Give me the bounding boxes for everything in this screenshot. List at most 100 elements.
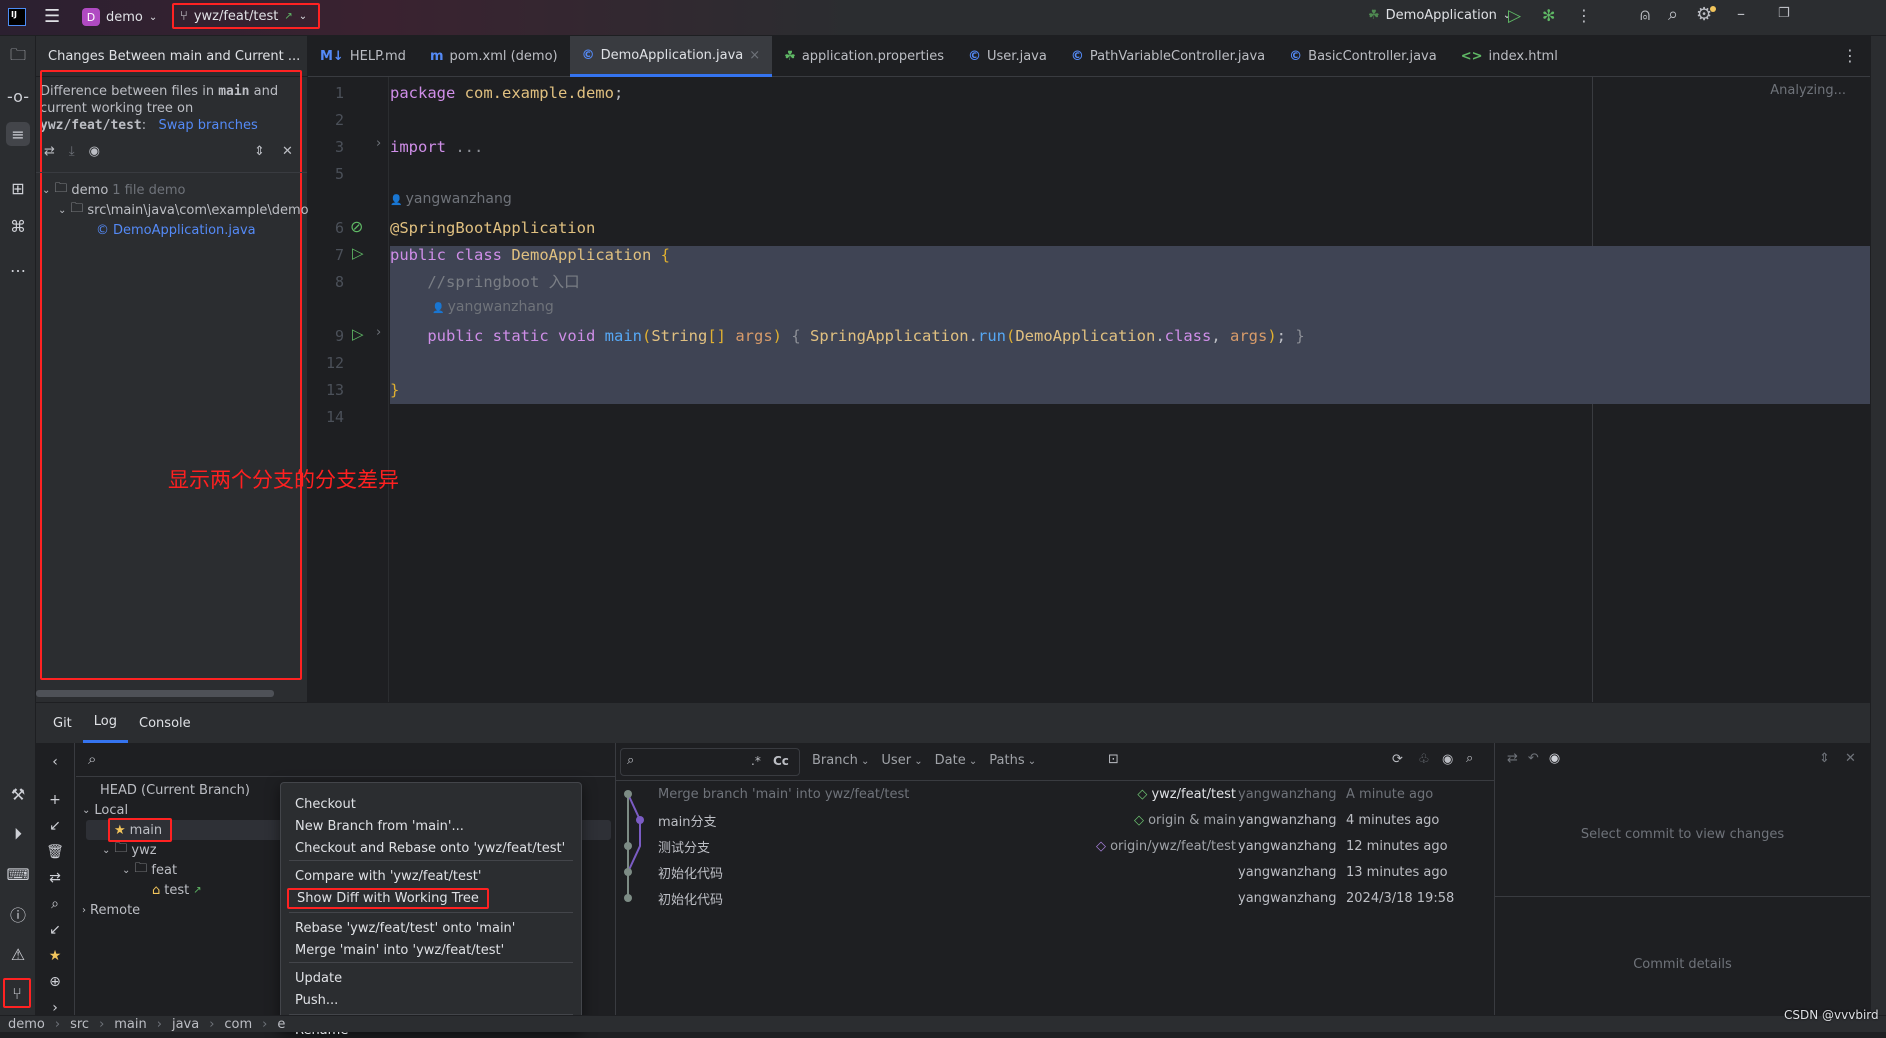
eye-icon[interactable]: ◉ — [1442, 752, 1453, 767]
tab-log[interactable]: Log — [82, 703, 129, 743]
refresh-icon[interactable]: ⟳ — [1392, 752, 1403, 767]
commit-row[interactable]: main分支 ◇ origin & main yangwanzhang 4 minut… — [616, 807, 1494, 833]
commit-row[interactable]: 测试分支 ◇ origin/ywz/feat/test yangwanzhang 12… — [616, 833, 1494, 859]
branch-selector[interactable]: ⑂ ywz/feat/test ↗ ⌄ — [172, 3, 320, 29]
more-icon[interactable]: ⋮ — [1576, 6, 1592, 25]
filter-date[interactable]: Date ⌄ — [935, 753, 978, 768]
menu-item-update[interactable]: Update — [295, 971, 342, 986]
build-icon[interactable]: ⚒ — [6, 782, 30, 806]
spring-bean-icon[interactable]: ⊘ — [350, 217, 363, 236]
search-icon[interactable]: ⌕ — [1668, 4, 1678, 25]
branch-head[interactable]: HEAD (Current Branch) — [100, 780, 250, 800]
tree-file[interactable]: © DemoApplication.java — [96, 220, 256, 240]
restore-icon[interactable]: ❐ — [1778, 6, 1790, 21]
menu-item-compare-with-ywz-feat-test[interactable]: Compare with 'ywz/feat/test' — [295, 869, 481, 884]
problems-icon[interactable]: ⓘ — [6, 902, 30, 926]
breadcrumb-item[interactable]: main — [114, 1017, 146, 1032]
tabs-more-icon[interactable]: ⋮ — [1842, 46, 1858, 65]
tree-root[interactable]: ⌄ 🗀 demo 1 file demo — [42, 180, 185, 200]
git-tool-icon[interactable]: ⑂ — [3, 978, 31, 1008]
tab-pom-xml-demo-[interactable]: m pom.xml (demo) — [418, 36, 570, 77]
breadcrumb-item[interactable]: src — [70, 1017, 89, 1032]
menu-item-show-diff-with-working-tree[interactable]: Show Diff with Working Tree — [287, 888, 489, 909]
breadcrumb-item[interactable]: java — [172, 1017, 199, 1032]
minimize-icon[interactable]: – — [1737, 4, 1745, 23]
menu-item-checkout-and-rebase-onto-ywz-feat-test[interactable]: Checkout and Rebase onto 'ywz/feat/test' — [295, 841, 565, 856]
close-tab-icon[interactable]: × — [749, 48, 760, 63]
locate-icon[interactable]: ⊕ — [44, 971, 66, 993]
eye-icon[interactable]: ◉ — [89, 144, 100, 159]
compare-icon[interactable]: ⇄ — [44, 144, 55, 159]
project-selector[interactable]: D demo ⌄ — [82, 8, 157, 26]
update-icon[interactable]: ↙ — [44, 815, 66, 837]
tab-console[interactable]: Console — [128, 703, 202, 743]
tab-user-java[interactable]: © User.java — [956, 36, 1059, 77]
filter-paths[interactable]: Paths ⌄ — [989, 753, 1036, 768]
branch-group-local[interactable]: ⌄ Local — [82, 800, 128, 820]
debug-icon[interactable]: ✻ — [1542, 6, 1555, 25]
horizontal-scrollbar[interactable] — [36, 690, 274, 697]
menu-item-checkout[interactable]: Checkout — [295, 797, 356, 812]
new-tab-icon[interactable]: ⊡ — [1108, 752, 1119, 767]
terminal-icon[interactable]: ⌨ — [6, 862, 30, 886]
add-user-icon[interactable]: ⍝ — [1640, 5, 1650, 25]
compare-icon[interactable]: ⇄ — [1507, 751, 1518, 766]
tab-basiccontroller-java[interactable]: © BasicController.java — [1277, 36, 1449, 77]
tab-demoapplication-java[interactable]: © DemoApplication.java × — [569, 36, 773, 77]
match-case-toggle[interactable]: Cc — [773, 754, 789, 768]
breadcrumb-item[interactable]: demo — [8, 1017, 45, 1032]
project-icon[interactable]: 🗀 — [6, 45, 30, 69]
breadcrumb-item[interactable]: com — [224, 1017, 252, 1032]
run-tool-icon[interactable]: ⏵ — [6, 822, 30, 846]
expand-all-icon[interactable]: ⇕ — [1819, 751, 1830, 766]
tree-folder[interactable]: ⌄ 🗀 src\main\java\com\example\demo — [58, 200, 309, 220]
branch-group-feat[interactable]: ⌄ 🗀 feat — [122, 860, 177, 880]
fetch-icon[interactable]: ↙ — [44, 919, 66, 941]
tab-application-properties[interactable]: ☘ application.properties — [772, 36, 956, 77]
code-editor[interactable]: Analyzing... 1 package com.example.demo; 2… — [308, 77, 1870, 702]
more-tools-icon[interactable]: … — [6, 254, 30, 278]
commit-icon[interactable]: -o- — [6, 84, 30, 108]
download-icon[interactable]: ⤓ — [69, 144, 75, 159]
filter-branch[interactable]: Branch ⌄ — [812, 753, 869, 768]
search-icon[interactable]: ⌕ — [1466, 751, 1473, 766]
services-icon[interactable]: ⌘ — [6, 214, 30, 238]
delete-icon[interactable]: 🗑 — [44, 841, 66, 863]
commit-row[interactable]: 初始化代码 yangwanzhang 13 minutes ago — [616, 859, 1494, 885]
branch-group-ywz[interactable]: ⌄ 🗀 ywz — [102, 840, 157, 860]
changes-icon[interactable]: ≡ — [6, 122, 30, 146]
tab-pathvariablecontroller-java[interactable]: © PathVariableController.java — [1059, 36, 1277, 77]
run-gutter-icon[interactable]: ▷ — [352, 325, 364, 343]
main-menu-icon[interactable]: ☰ — [44, 6, 60, 27]
collapse-all-icon[interactable]: ✕ — [1845, 751, 1856, 766]
branch-test[interactable]: ⌂ test ↗ — [152, 880, 202, 900]
expand-all-icon[interactable]: ⇕ — [254, 144, 265, 159]
run-config-selector[interactable]: ☘ DemoApplication ⌄ — [1368, 8, 1511, 23]
breadcrumb-item[interactable]: e — [277, 1017, 285, 1032]
fold-chevron-icon[interactable]: › — [376, 325, 381, 340]
tab-index-html[interactable]: <> index.html — [1449, 36, 1570, 77]
commit-row[interactable]: 初始化代码 yangwanzhang 2024/3/18 19:58 — [616, 885, 1494, 911]
branch-search-input[interactable]: ⌕ — [76, 743, 615, 777]
menu-item-push[interactable]: Push... — [295, 993, 338, 1008]
search-icon[interactable]: ⌕ — [44, 893, 66, 915]
branch-group-remote[interactable]: › Remote — [82, 900, 140, 920]
revert-icon[interactable]: ↶ — [1528, 751, 1539, 766]
compare-icon[interactable]: ⇄ — [44, 867, 66, 889]
warning-icon[interactable]: ⚠ — [6, 942, 30, 966]
menu-item-new-branch-from-main[interactable]: New Branch from 'main'... — [295, 819, 464, 834]
collapse-all-icon[interactable]: ✕ — [282, 144, 293, 159]
run-gutter-icon[interactable]: ▷ — [352, 244, 364, 262]
collapse-panel-icon[interactable]: ‹ — [44, 751, 66, 773]
menu-item-merge-main-into-ywz-feat-test[interactable]: Merge 'main' into 'ywz/feat/test' — [295, 943, 504, 958]
menu-item-rebase-ywz-feat-test-onto-main[interactable]: Rebase 'ywz/feat/test' onto 'main' — [295, 921, 515, 936]
tab-git[interactable]: Git — [42, 703, 83, 743]
eye-icon[interactable]: ◉ — [1549, 751, 1560, 766]
tab-help-md[interactable]: M↓ HELP.md — [308, 36, 418, 77]
new-branch-icon[interactable]: + — [44, 789, 66, 811]
structure-icon[interactable]: ⊞ — [6, 176, 30, 200]
fold-chevron-icon[interactable]: › — [376, 136, 381, 151]
regex-toggle[interactable]: .* — [751, 754, 761, 768]
favorite-icon[interactable]: ★ — [44, 945, 66, 967]
cherry-pick-icon[interactable]: ♧ — [1418, 752, 1430, 767]
